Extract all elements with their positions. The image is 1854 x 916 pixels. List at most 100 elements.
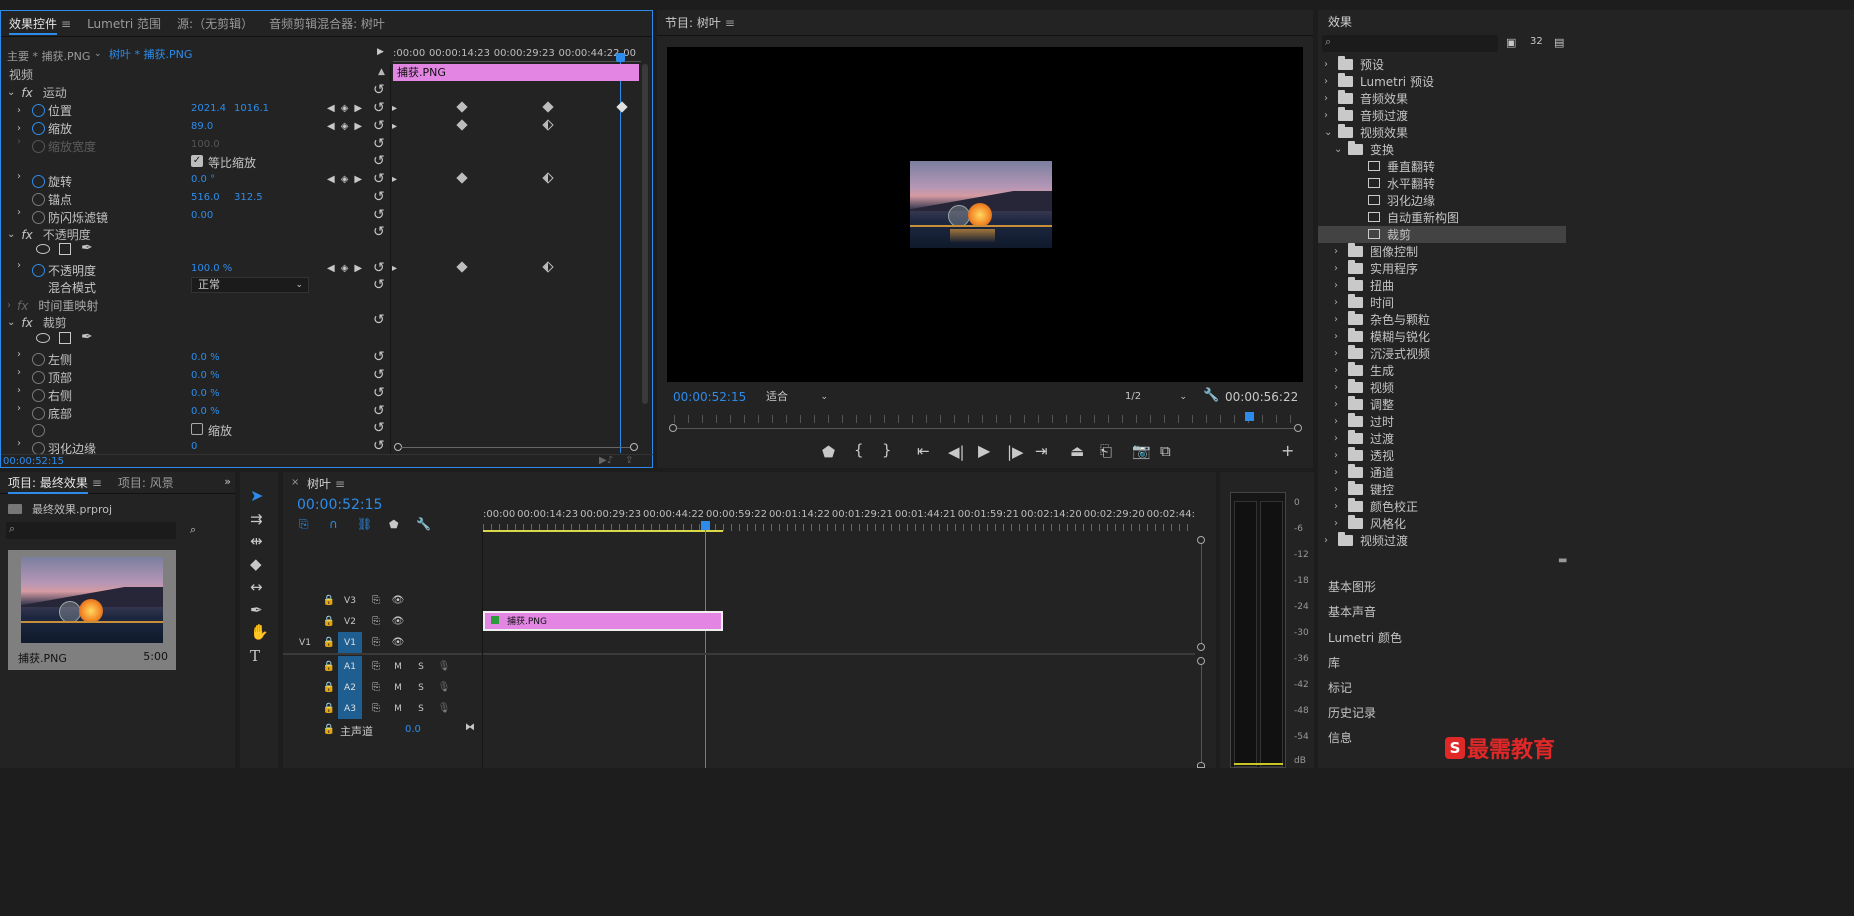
ec-clip-bar[interactable]: 捕获.PNG (393, 64, 639, 81)
crop-left-stopwatch-icon[interactable] (32, 353, 45, 366)
effects-item-1[interactable]: › Lumetri 预设 (1318, 73, 1566, 90)
chevron-right-icon[interactable]: › (1334, 331, 1348, 342)
wrench-icon[interactable]: 🔧 (1203, 388, 1219, 403)
opacity-expand[interactable]: › (17, 260, 21, 271)
anchor-stopwatch-icon[interactable] (32, 193, 45, 206)
mark-out-icon[interactable]: } (882, 441, 892, 459)
effects-item-13[interactable]: › 扭曲 (1318, 277, 1566, 294)
effects-item-0[interactable]: › 预设 (1318, 56, 1566, 73)
position-stopwatch-icon[interactable] (32, 104, 45, 117)
effects-item-17[interactable]: › 沉浸式视频 (1318, 345, 1566, 362)
master-expand-icon[interactable]: ⧓ (465, 722, 475, 733)
effects-search-input[interactable]: ⌕ (1322, 35, 1498, 52)
chevron-right-icon[interactable]: › (1334, 416, 1348, 427)
collapse-up-icon[interactable]: ▲ (378, 67, 385, 77)
a3-mic-icon[interactable]: 🎙 (432, 698, 456, 719)
chevron-right-icon[interactable]: › (1324, 59, 1338, 70)
a2-mic-icon[interactable]: 🎙 (432, 677, 456, 698)
program-video-viewport[interactable] (667, 47, 1303, 382)
v2-eye-icon[interactable]: 👁 (386, 611, 410, 632)
v3-sync-icon[interactable]: ⎘ (364, 590, 388, 611)
play-only-clip-icon[interactable]: ▶ (377, 47, 384, 57)
a1-solo[interactable]: S (409, 656, 433, 677)
feather-expand[interactable]: › (17, 438, 21, 449)
opacity-keyframe-1[interactable] (456, 261, 468, 273)
play-audio-icon[interactable]: ▶♪ (599, 455, 613, 466)
effects-item-10[interactable]: 裁剪 (1318, 226, 1566, 243)
tab-source[interactable]: 源:（无剪辑） (169, 15, 261, 32)
resolution-select[interactable]: 1/2 ⌄ (1119, 389, 1191, 405)
chevron-right-icon[interactable]: › (1324, 535, 1338, 546)
tab-project-scenery[interactable]: 项目: 风景 (110, 474, 182, 491)
track-select-icon[interactable]: ⇉ (250, 510, 263, 528)
chevron-right-icon[interactable]: › (1334, 365, 1348, 376)
reset-crop-zoom-icon[interactable]: ↺ (373, 420, 385, 436)
source-patch-v1[interactable]: V1 (293, 632, 317, 653)
master-lock-icon[interactable]: 🔒 (317, 719, 341, 740)
v3-target[interactable]: V3 (338, 590, 362, 611)
v2-sync-icon[interactable]: ⎘ (364, 611, 388, 632)
opacity-keyframe-2[interactable] (542, 261, 554, 273)
position-keyframe-3[interactable] (616, 101, 628, 113)
timeline-ruler-labels[interactable]: :00:00 00:00:14:23 00:00:29:23 00:00:44:22 0… (483, 509, 1195, 521)
master-volume-value[interactable]: 0.0 (405, 724, 421, 735)
hand-tool-icon[interactable]: ✋ (250, 623, 269, 641)
tab-lumetri-scopes[interactable]: Lumetri 范围 (79, 15, 169, 32)
ripple-edit-icon[interactable]: ⇹ (250, 532, 263, 550)
play-icon[interactable]: ▶ (978, 441, 990, 460)
work-area-bar[interactable] (483, 530, 723, 532)
crop-rectangle-mask-icon[interactable] (59, 332, 71, 344)
program-playhead[interactable] (1245, 412, 1254, 421)
a2-solo[interactable]: S (409, 677, 433, 698)
effects-item-26[interactable]: › 颜色校正 (1318, 498, 1566, 515)
go-to-out-icon[interactable]: ⇥ (1035, 442, 1048, 460)
opacity-section-row[interactable]: ⌄ fx 不透明度 (7, 224, 91, 245)
reset-crop-bottom-icon[interactable]: ↺ (373, 403, 385, 419)
video-audio-separator[interactable] (283, 653, 1195, 655)
tab-effect-controls[interactable]: 效果控件 ≡ (1, 15, 79, 35)
crop-top-stopwatch-icon[interactable] (32, 371, 45, 384)
a3-solo[interactable]: S (409, 698, 433, 719)
step-back-icon[interactable]: ◀| (948, 443, 965, 461)
export-icon[interactable]: ⇪ (625, 455, 633, 466)
tab-audio-mixer[interactable]: 音频剪辑混合器: 树叶 (261, 15, 393, 32)
ec-ruler[interactable]: :00:00 00:00:14:23 00:00:29:23 00:00:44:22 0… (393, 48, 636, 62)
chevron-right-icon[interactable]: › (1334, 246, 1348, 257)
uniform-scale-checkbox[interactable]: ✓ (191, 155, 203, 167)
opacity-keyframe-nav[interactable]: ◀◈▶ (327, 263, 368, 274)
reset-scale-width-icon[interactable]: ↺ (373, 136, 385, 152)
export-frame-icon[interactable]: 📷 (1132, 442, 1151, 460)
scale-keyframe-2[interactable] (542, 119, 554, 131)
crop-left-value[interactable]: 0.0 % (191, 352, 220, 363)
effects-item-21[interactable]: › 过时 (1318, 413, 1566, 430)
chevron-down-icon[interactable]: ⌄ (94, 49, 102, 59)
effects-item-6[interactable]: 垂直翻转 (1318, 158, 1566, 175)
timeline-marker-icon[interactable]: ⬟ (389, 518, 399, 531)
ec-zoom-bar[interactable] (401, 447, 631, 448)
reset-anchor-icon[interactable]: ↺ (373, 189, 385, 205)
effects-item-25[interactable]: › 键控 (1318, 481, 1566, 498)
v2-target[interactable]: V2 (338, 611, 362, 632)
chevron-right-icon[interactable]: › (1324, 93, 1338, 104)
timeline-settings-icon[interactable]: 🔧 (416, 517, 431, 531)
opacity-value[interactable]: 100.0 % (191, 263, 232, 274)
video-scroll-bottom[interactable] (1197, 643, 1205, 651)
snap-icon[interactable]: ∩ (329, 517, 338, 531)
chevron-right-icon[interactable]: › (1334, 450, 1348, 461)
effects-item-19[interactable]: › 视频 (1318, 379, 1566, 396)
reset-crop-right-icon[interactable]: ↺ (373, 385, 385, 401)
antiflicker-expand[interactable]: › (17, 207, 21, 218)
effects-item-11[interactable]: › 图像控制 (1318, 243, 1566, 260)
crop-bottom-value[interactable]: 0.0 % (191, 406, 220, 417)
audio-scroll-top[interactable] (1197, 657, 1205, 665)
chevron-right-icon[interactable]: › (1334, 501, 1348, 512)
a2-mute[interactable]: M (386, 677, 410, 698)
v1-target[interactable]: V1 (338, 632, 362, 653)
program-zoom-bar[interactable] (677, 428, 1294, 429)
timeline-clip[interactable]: 捕获.PNG (483, 611, 723, 631)
reset-scale-icon[interactable]: ↺ (373, 118, 385, 134)
nest-sequence-icon[interactable]: ⎘ (299, 517, 309, 532)
rotation-expand[interactable]: › (17, 171, 21, 182)
chevron-right-icon[interactable]: › (1334, 382, 1348, 393)
effects-item-28[interactable]: › 视频过渡 (1318, 532, 1566, 549)
